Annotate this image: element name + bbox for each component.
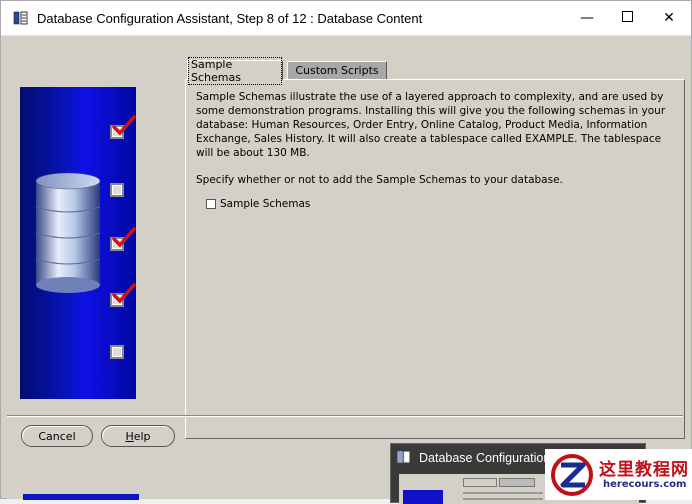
maximize-icon <box>621 10 633 26</box>
red-check-icon <box>112 115 136 136</box>
window-title: Database Configuration Assistant, Step 8… <box>37 10 423 26</box>
help-button-label: Help <box>125 429 151 443</box>
sample-schemas-panel: Sample Schemas illustrate the use of a l… <box>185 79 685 439</box>
title-bar: Database Configuration Assistant, Step 8… <box>1 1 691 36</box>
red-check-icon <box>112 227 136 248</box>
sample-schemas-checkbox[interactable] <box>206 199 216 209</box>
watermark-logo-icon <box>551 454 593 496</box>
sample-schemas-checkbox-label: Sample Schemas <box>220 198 311 210</box>
dbca-window: Database Configuration Assistant, Step 8… <box>0 0 692 504</box>
background-window-fragment <box>23 494 139 500</box>
sample-schemas-instruction: Specify whether or not to add the Sample… <box>196 174 563 186</box>
cancel-button[interactable]: Cancel <box>21 425 93 447</box>
button-divider <box>7 415 683 417</box>
close-icon: ✕ <box>663 10 675 26</box>
step-checkbox-5 <box>110 345 124 359</box>
help-button[interactable]: Help <box>101 425 175 447</box>
tab-sample-schemas-label: Sample Schemas <box>188 56 282 85</box>
dbca-app-icon <box>13 10 29 26</box>
sample-schemas-checkbox-row[interactable]: Sample Schemas <box>206 198 310 210</box>
watermark-url: herecours.com <box>603 479 687 490</box>
tab-custom-scripts-label: Custom Scripts <box>295 64 379 77</box>
dbca-app-icon <box>397 451 410 463</box>
cancel-button-label: Cancel <box>38 429 76 443</box>
watermark-title: 这里教程网 <box>599 460 689 480</box>
close-button[interactable]: ✕ <box>647 1 691 35</box>
wizard-step-graphic <box>20 87 136 399</box>
red-check-icon <box>112 283 136 304</box>
minimize-icon: — <box>580 10 594 26</box>
sample-schemas-description: Sample Schemas illustrate the use of a l… <box>196 91 666 159</box>
tab-custom-scripts[interactable]: Custom Scripts <box>287 61 387 79</box>
tab-sample-schemas[interactable]: Sample Schemas <box>187 56 283 85</box>
step-checkbox-2 <box>110 183 124 197</box>
maximize-button[interactable] <box>605 1 649 35</box>
minimize-button[interactable]: — <box>565 1 609 35</box>
site-watermark: 这里教程网 herecours.com <box>545 449 692 500</box>
